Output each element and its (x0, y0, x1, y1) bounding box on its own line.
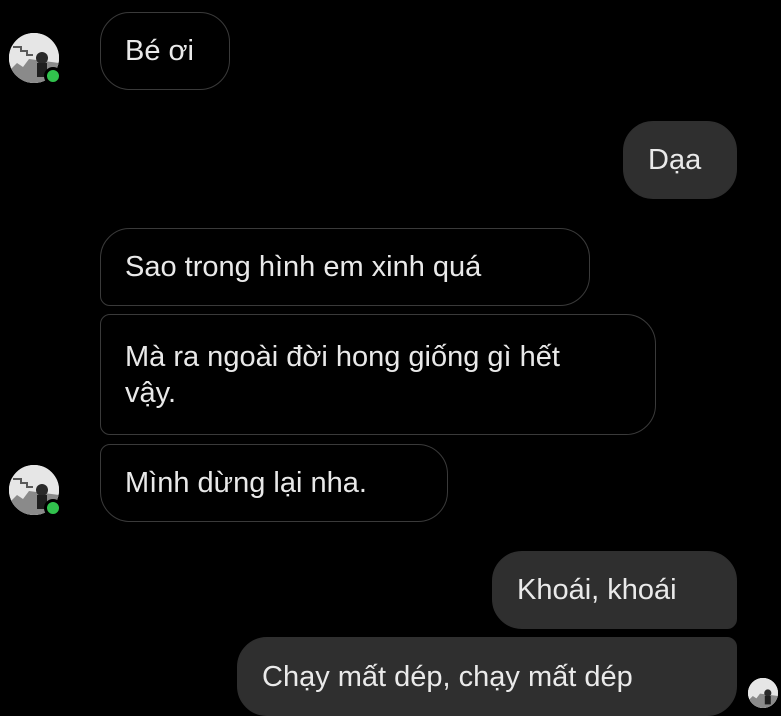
outgoing-message[interactable]: Chạy mất dép, chạy mất dép (237, 637, 737, 716)
incoming-message[interactable]: Bé ơi (100, 12, 230, 90)
message-text: Dạa (648, 144, 702, 176)
message-text: Mà ra ngoài đời hong giống gì hết vậy. (125, 340, 560, 409)
outgoing-message[interactable]: Khoái, khoái (492, 551, 737, 629)
message-text: Khoái, khoái (517, 574, 677, 606)
message-text: Chạy mất dép, chạy mất dép (262, 660, 633, 693)
seen-avatar (748, 678, 778, 708)
message-text: Sao trong hình em xinh quá (125, 251, 482, 283)
message-thread: Bé ơi Dạa Sao trong hình em xinh quá Mà … (0, 0, 781, 716)
message-text: Bé ơi (125, 35, 194, 67)
incoming-message[interactable]: Sao trong hình em xinh quá (100, 228, 590, 306)
seen-avatar-icon (748, 678, 778, 708)
online-status-icon (44, 67, 62, 85)
incoming-message[interactable]: Mà ra ngoài đời hong giống gì hết vậy. (100, 314, 656, 435)
outgoing-message[interactable]: Dạa (623, 121, 737, 199)
incoming-message[interactable]: Mình dừng lại nha. (100, 444, 448, 522)
contact-avatar[interactable] (9, 465, 62, 517)
message-text: Mình dừng lại nha. (125, 467, 367, 499)
online-status-icon (44, 499, 62, 517)
contact-avatar[interactable] (9, 33, 62, 85)
